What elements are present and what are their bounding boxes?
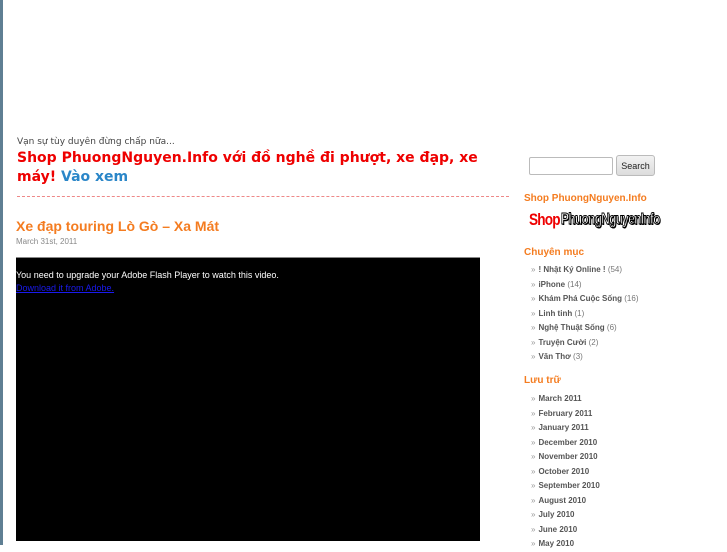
archive-item[interactable]: » October 2010: [531, 465, 600, 480]
category-item[interactable]: » iPhone (14): [531, 278, 638, 293]
archive-item[interactable]: » January 2011: [531, 421, 600, 436]
shop-logo-part1: Shop: [529, 210, 561, 229]
download-flash-link[interactable]: Download it from Adobe.: [16, 283, 114, 293]
search-input[interactable]: [529, 157, 613, 175]
category-item[interactable]: » Nghệ Thuật Sống (6): [531, 321, 638, 336]
shop-logo-part2: PhuongNguyenInfo: [561, 211, 661, 229]
archive-item[interactable]: » August 2010: [531, 494, 600, 509]
archive-item[interactable]: » July 2010: [531, 508, 600, 523]
promo-banner: Shop PhuongNguyen.Info với đồ nghề đi ph…: [17, 149, 507, 187]
category-item[interactable]: » Truyện Cười (2): [531, 336, 638, 351]
search-button[interactable]: Search: [616, 155, 655, 176]
archive-item[interactable]: » December 2010: [531, 436, 600, 451]
archive-item[interactable]: » March 2011: [531, 392, 600, 407]
category-item[interactable]: » Linh tinh (1): [531, 307, 638, 322]
archive-item[interactable]: » September 2010: [531, 479, 600, 494]
post-date: March 31st, 2011: [16, 237, 78, 246]
promo-link[interactable]: Vào xem: [61, 169, 128, 185]
archive-item[interactable]: » June 2010: [531, 523, 600, 538]
category-item[interactable]: »! Nhật Ký Online ! (54): [531, 263, 638, 278]
archive-item[interactable]: » May 2010: [531, 537, 600, 552]
category-item[interactable]: » Văn Thơ (3): [531, 350, 638, 365]
categories-heading: Chuyên mục: [524, 247, 585, 258]
shop-logo[interactable]: Shop PhuongNguyenInfo: [529, 208, 693, 232]
archive-item[interactable]: » February 2011: [531, 407, 600, 422]
post-title[interactable]: Xe đạp touring Lò Gò – Xa Mát: [16, 218, 219, 234]
archives-list: » March 2011 » February 2011 » January 2011…: [531, 392, 600, 552]
archives-heading: Lưu trữ: [524, 375, 561, 386]
shop-heading: Shop PhuongNguyen.Info: [524, 193, 647, 204]
flash-upgrade-message: You need to upgrade your Adobe Flash Pla…: [16, 270, 279, 280]
categories-list: »! Nhật Ký Online ! (54) » iPhone (14) » K…: [531, 263, 638, 365]
site-tagline: Vạn sự tùy duyên đừng chấp nữa...: [17, 137, 175, 147]
flash-video-player[interactable]: You need to upgrade your Adobe Flash Pla…: [16, 257, 480, 541]
archive-item[interactable]: » November 2010: [531, 450, 600, 465]
header-divider: [17, 196, 509, 197]
left-border: [0, 0, 3, 545]
category-item[interactable]: » Khám Phá Cuộc Sống (16): [531, 292, 638, 307]
